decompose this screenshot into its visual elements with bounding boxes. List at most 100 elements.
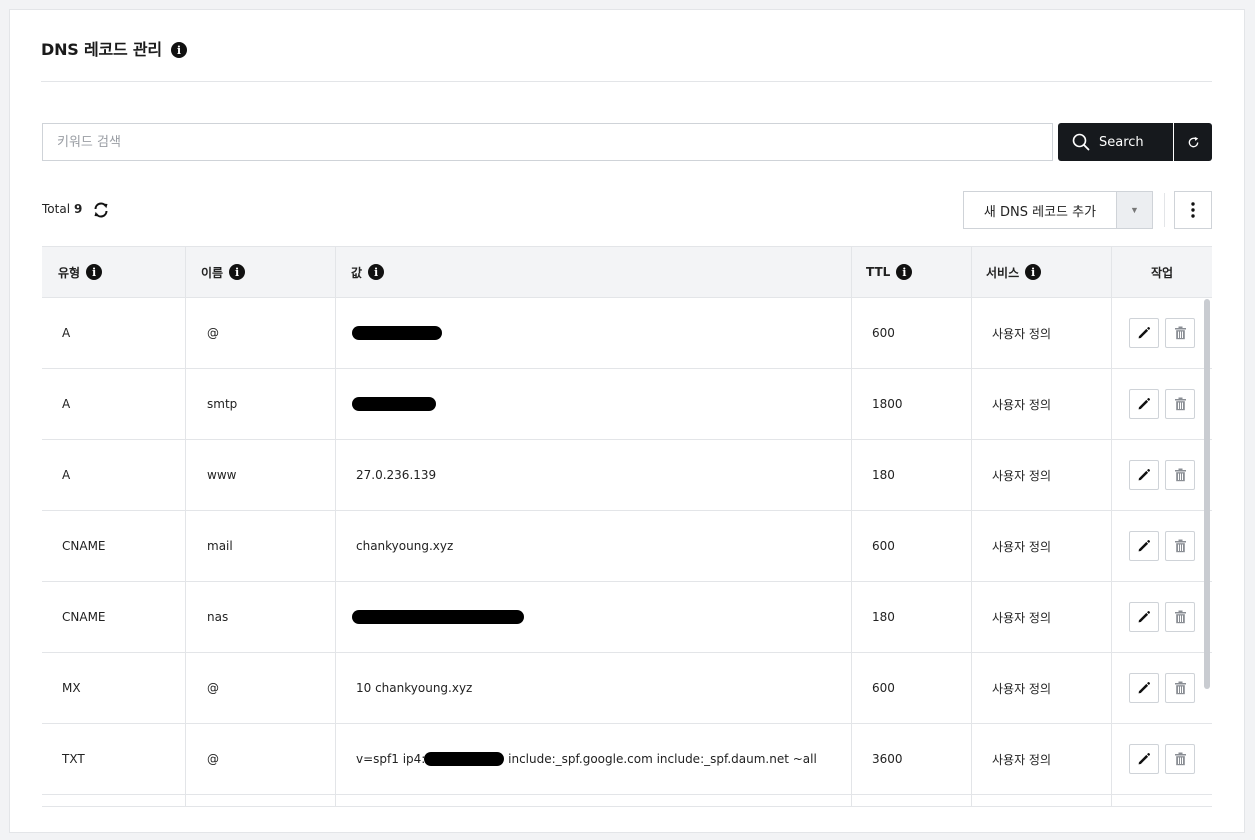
- cell-actions: [1112, 724, 1212, 794]
- cell-name: www: [186, 440, 336, 510]
- table-row: Awww 27.0.236.139 180 사용자 정의: [42, 440, 1212, 511]
- delete-button[interactable]: [1165, 602, 1195, 632]
- value-suffix: include:_spf.google.com include:_spf.dau…: [504, 752, 817, 766]
- cell-actions: [1112, 582, 1212, 652]
- column-header-actions: 작업: [1150, 265, 1174, 280]
- edit-button[interactable]: [1129, 318, 1159, 348]
- table-row: [42, 795, 1212, 806]
- delete-button[interactable]: [1165, 744, 1195, 774]
- pencil-icon: [1137, 468, 1151, 482]
- pencil-icon: [1137, 610, 1151, 624]
- cell-service: 사용자 정의: [972, 298, 1112, 368]
- trash-icon: [1174, 326, 1187, 340]
- delete-button[interactable]: [1165, 531, 1195, 561]
- cell-actions: [1112, 440, 1212, 510]
- trash-icon: [1174, 539, 1187, 553]
- cell-value: 27.0.236.139: [336, 440, 852, 510]
- info-icon[interactable]: i: [86, 264, 103, 280]
- edit-button[interactable]: [1129, 673, 1159, 703]
- edit-button[interactable]: [1129, 744, 1159, 774]
- add-record-group: 새 DNS 레코드 추가 ▼: [963, 191, 1153, 229]
- cell-actions: [1112, 298, 1212, 368]
- edit-button[interactable]: [1129, 389, 1159, 419]
- table-row: CNAME mail chankyoung.xyz 600 사용자 정의: [42, 511, 1212, 582]
- delete-button[interactable]: [1165, 318, 1195, 348]
- column-header-value: 값i: [336, 247, 852, 297]
- value-prefix: v=spf1 ip4:: [356, 752, 426, 766]
- delete-button[interactable]: [1165, 460, 1195, 490]
- delete-button[interactable]: [1165, 389, 1195, 419]
- panel-header: DNS 레코드 관리 i: [41, 37, 1212, 82]
- search-input[interactable]: [42, 123, 1053, 161]
- cell-service: 사용자 정의: [972, 582, 1112, 652]
- table-row: CNAME nas 180 사용자 정의: [42, 582, 1212, 653]
- info-icon[interactable]: i: [1025, 264, 1042, 280]
- redacted-value: [352, 326, 442, 340]
- edit-button[interactable]: [1129, 531, 1159, 561]
- cell-service: [972, 795, 1112, 806]
- table-header: 유형 i 이름 i 값i TTL i 서비스 i 작업: [42, 246, 1212, 298]
- cell-name: @: [186, 653, 336, 723]
- cell-ttl: 3600: [852, 724, 972, 794]
- cell-ttl: 600: [852, 653, 972, 723]
- cell-actions: [1112, 511, 1212, 581]
- info-icon[interactable]: i: [896, 264, 913, 280]
- search-icon: [1072, 133, 1090, 151]
- cell-name: nas: [186, 582, 336, 652]
- pencil-icon: [1137, 326, 1151, 340]
- cell-type: MX: [42, 653, 186, 723]
- redacted-value: [352, 610, 524, 624]
- pencil-icon: [1137, 539, 1151, 553]
- trash-icon: [1174, 752, 1187, 766]
- column-header-ttl: TTL i: [852, 247, 972, 297]
- more-vertical-icon: [1191, 202, 1195, 218]
- cell-service: 사용자 정의: [972, 369, 1112, 439]
- add-record-dropdown[interactable]: ▼: [1117, 192, 1152, 228]
- page-title: DNS 레코드 관리: [41, 40, 162, 59]
- table-scrollbar[interactable]: [1204, 299, 1210, 689]
- record-value: 27.0.236.139: [356, 468, 437, 482]
- reset-button[interactable]: [1174, 123, 1212, 161]
- cell-ttl: 180: [852, 440, 972, 510]
- cell-service: 사용자 정의: [972, 440, 1112, 510]
- cell-type: [42, 795, 186, 806]
- delete-button[interactable]: [1165, 673, 1195, 703]
- cell-value: [336, 795, 852, 806]
- cell-actions: [1112, 653, 1212, 723]
- cell-name: @: [186, 724, 336, 794]
- cell-ttl: 600: [852, 298, 972, 368]
- search-button-label: Search: [1099, 134, 1144, 150]
- cell-value: [336, 582, 852, 652]
- info-icon[interactable]: i: [170, 42, 187, 58]
- cell-ttl: 600: [852, 511, 972, 581]
- pencil-icon: [1137, 397, 1151, 411]
- total-count: Total 9: [42, 202, 83, 216]
- info-icon[interactable]: i: [368, 264, 385, 280]
- cell-actions: [1112, 795, 1212, 806]
- pencil-icon: [1137, 681, 1151, 695]
- edit-button[interactable]: [1129, 460, 1159, 490]
- cell-type: A: [42, 440, 186, 510]
- cell-service: 사용자 정의: [972, 511, 1112, 581]
- add-dns-record-button[interactable]: 새 DNS 레코드 추가: [964, 192, 1117, 228]
- refresh-icon[interactable]: [92, 201, 110, 223]
- record-value: 10 chankyoung.xyz: [356, 681, 473, 695]
- trash-icon: [1174, 610, 1187, 624]
- cell-service: 사용자 정의: [972, 653, 1112, 723]
- cell-ttl: 1800: [852, 369, 972, 439]
- cell-value: 10 chankyoung.xyz: [336, 653, 852, 723]
- cell-value: [336, 298, 852, 368]
- trash-icon: [1174, 397, 1187, 411]
- more-options-button[interactable]: [1174, 191, 1212, 229]
- cell-type: A: [42, 369, 186, 439]
- cell-type: TXT: [42, 724, 186, 794]
- cell-type: CNAME: [42, 511, 186, 581]
- search-button[interactable]: Search: [1058, 123, 1173, 161]
- info-icon[interactable]: i: [229, 264, 246, 280]
- table-body: A @600 사용자 정의 Asmtp 1800 사용자 정의 Awww 27.0.236.1…: [42, 298, 1212, 806]
- table-row: Asmtp 1800 사용자 정의: [42, 369, 1212, 440]
- edit-button[interactable]: [1129, 602, 1159, 632]
- redacted-value: [352, 397, 436, 411]
- table-row: A @600 사용자 정의: [42, 298, 1212, 369]
- table-row: MX @10 chankyoung.xyz 600 사용자 정의: [42, 653, 1212, 724]
